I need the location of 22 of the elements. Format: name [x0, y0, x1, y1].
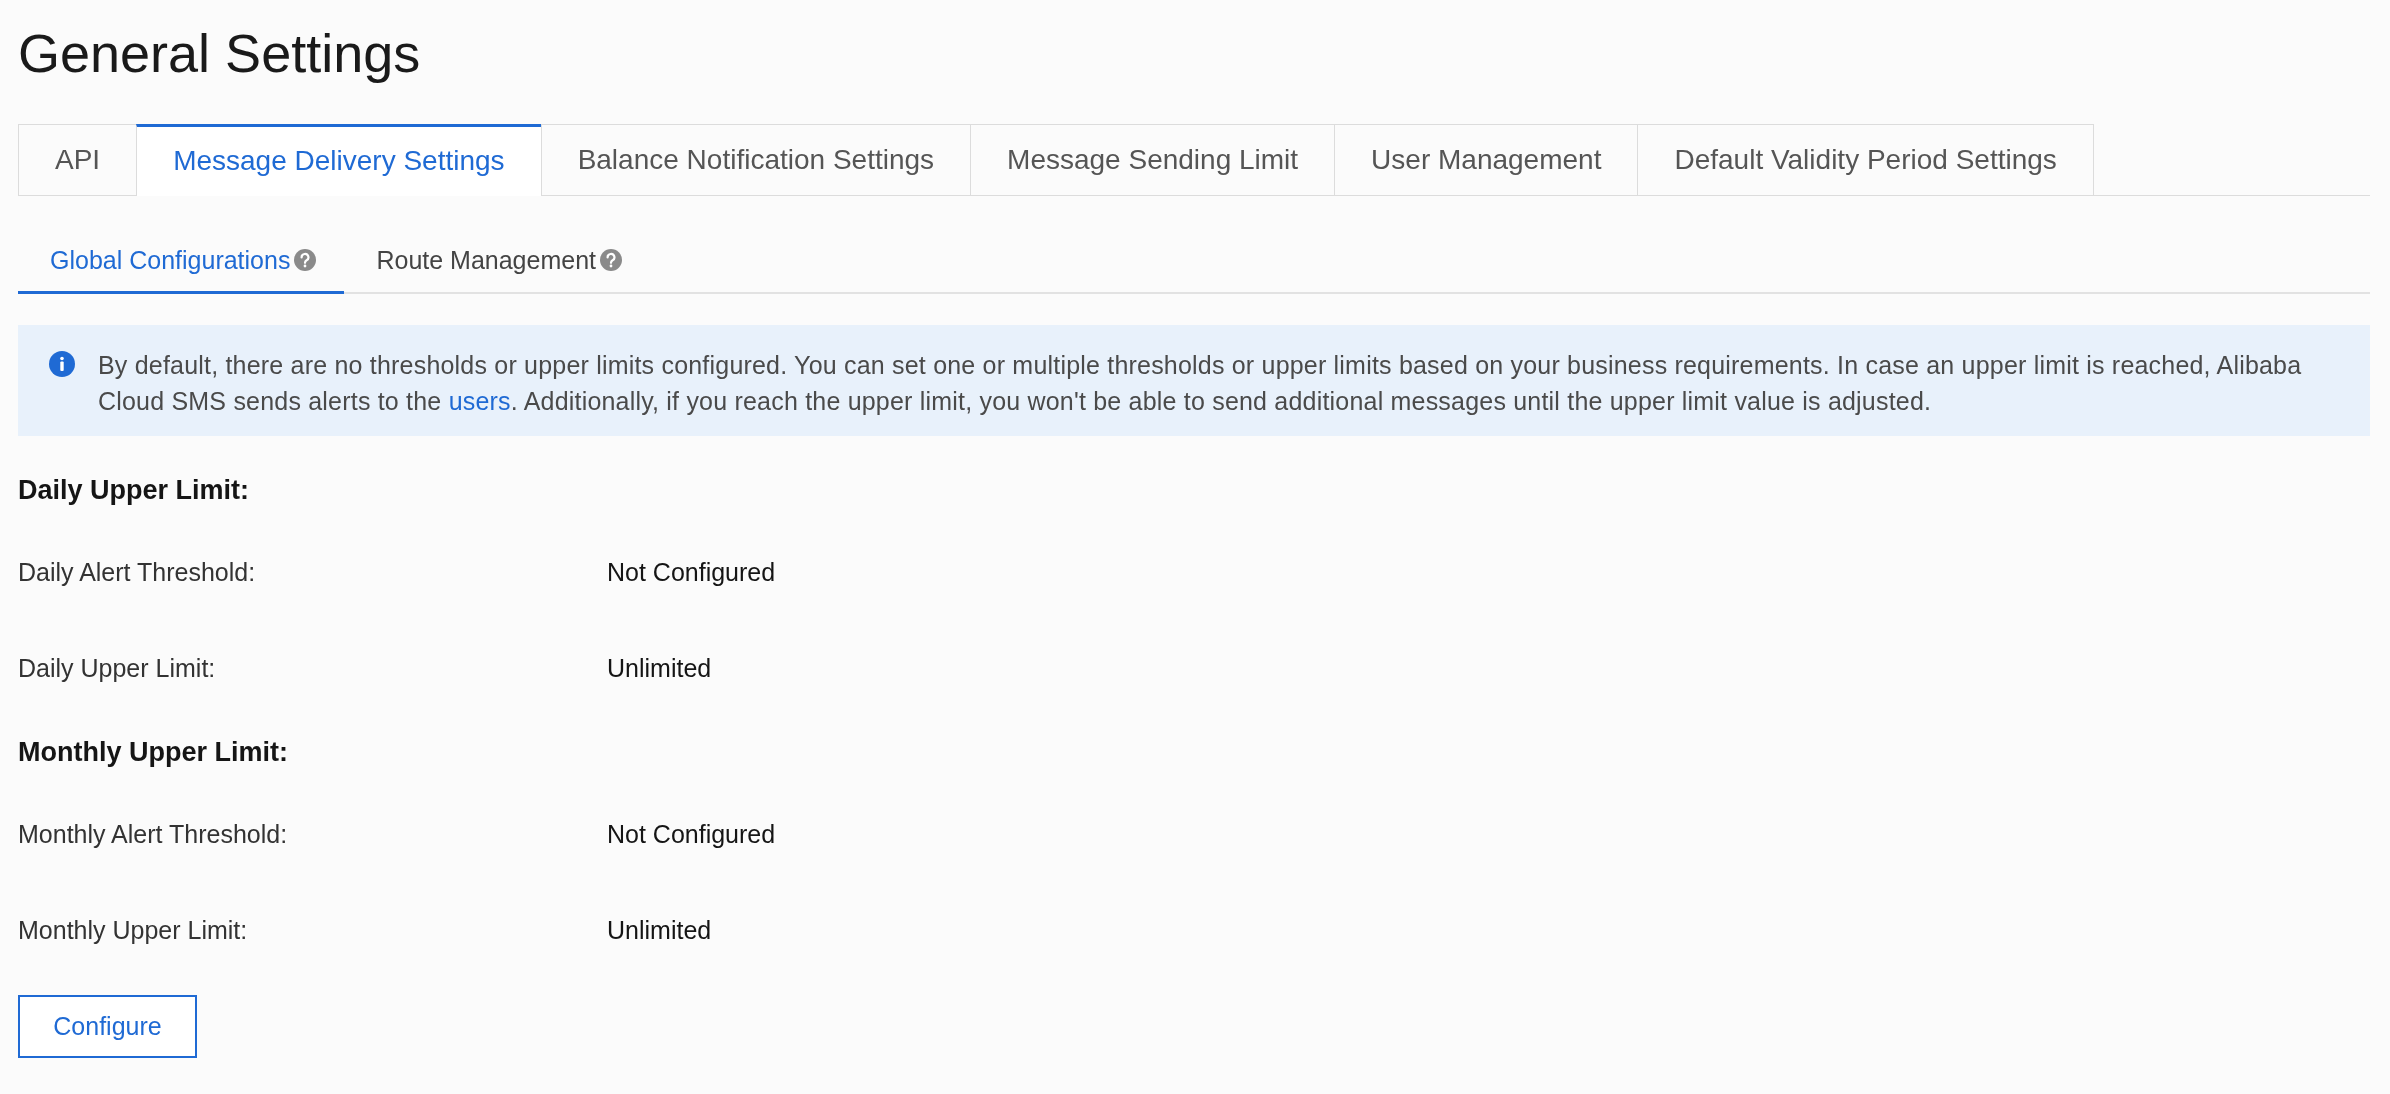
field-value: Not Configured [607, 819, 776, 849]
help-icon[interactable] [294, 249, 317, 271]
tab[interactable]: API [18, 124, 138, 195]
configure-button[interactable]: Configure [18, 995, 197, 1058]
users-link[interactable]: users [448, 387, 511, 415]
section-heading: Monthly Upper Limit: [18, 736, 289, 769]
field-label: Monthly Upper Limit: [18, 915, 249, 945]
sub-tab[interactable]: Global Configurations [18, 234, 345, 294]
help-icon[interactable] [600, 249, 622, 271]
field-value: Not Configured [607, 557, 776, 587]
field-label: Daily Upper Limit: [18, 653, 217, 683]
tab[interactable]: Message Delivery Settings [136, 124, 542, 196]
field-label: Monthly Alert Threshold: [18, 819, 289, 849]
page-title: General Settings [18, 22, 422, 84]
sub-tab[interactable]: Route Management [344, 234, 650, 294]
field-label: Daily Alert Threshold: [18, 557, 257, 587]
section-heading: Daily Upper Limit: [18, 474, 251, 507]
tab[interactable]: Default Validity Period Settings [1637, 124, 2094, 195]
field-value: Unlimited [607, 915, 712, 945]
field-value: Unlimited [607, 653, 712, 683]
info-icon [49, 351, 75, 377]
notice-text: By default, there are no thresholds or upper limits configured. You can set one or multiple thresholds or upper limits based on your business requirements. In case an upper limit is reached, Alibaba Cloud SMS sends alerts to the users. Additionally, if you reach the upper limit, you won't be able to send additional messages until the upper limit value is adjusted. [98, 350, 2303, 417]
